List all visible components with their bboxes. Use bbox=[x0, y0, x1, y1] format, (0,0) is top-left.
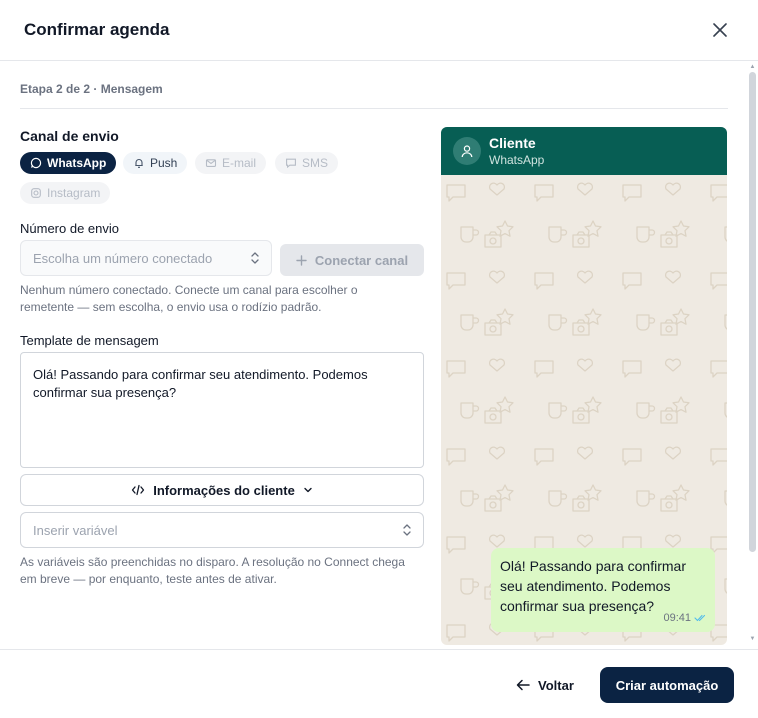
scrollbar-thumb[interactable] bbox=[749, 72, 756, 552]
variable-select[interactable]: Inserir variável bbox=[20, 512, 424, 548]
sender-select-placeholder: Escolha um número conectado bbox=[33, 250, 213, 266]
message-time: 09:41 bbox=[663, 612, 691, 624]
message-text: Olá! Passando para confirmar seu atendim… bbox=[500, 558, 686, 614]
channel-chip-label: WhatsApp bbox=[47, 156, 107, 170]
channel-chip-label: SMS bbox=[302, 156, 329, 170]
scroll-up-icon[interactable]: ▲ bbox=[749, 64, 756, 70]
message-icon bbox=[286, 158, 296, 169]
step-divider bbox=[20, 108, 728, 109]
template-textarea[interactable]: Olá! Passando para confirmar seu atendim… bbox=[20, 352, 424, 468]
channel-chip-label: E-mail bbox=[222, 156, 257, 170]
back-button-label: Voltar bbox=[538, 677, 574, 693]
avatar bbox=[453, 137, 481, 165]
whatsapp-icon bbox=[30, 157, 42, 169]
variables-help-text: As variáveis são preenchidas no disparo.… bbox=[20, 555, 405, 586]
channel-chip-push[interactable]: Push bbox=[123, 152, 188, 174]
preview-contact-name: Cliente bbox=[489, 135, 536, 151]
message-bubble: Olá! Passando para confirmar seu atendim… bbox=[491, 548, 715, 632]
dialog-header: Confirmar agenda bbox=[0, 0, 758, 61]
chevron-down-icon bbox=[304, 487, 312, 493]
sender-select[interactable]: Escolha um número conectado bbox=[20, 240, 272, 276]
step-indicator: Etapa 2 de 2 · Mensagem bbox=[20, 82, 163, 96]
channel-label: Canal de envio bbox=[20, 128, 119, 144]
chevron-updown-icon bbox=[403, 524, 411, 536]
arrow-left-icon bbox=[516, 679, 530, 691]
sender-label: Número de envio bbox=[20, 221, 119, 236]
sender-help-text: Nenhum número conectado. Conecte um cana… bbox=[20, 283, 358, 314]
client-info-label: Informações do cliente bbox=[153, 482, 295, 498]
channel-chip-label: Push bbox=[150, 156, 178, 170]
channel-chip-sms[interactable]: SMS bbox=[275, 152, 339, 174]
instagram-icon bbox=[31, 188, 41, 198]
template-label: Template de mensagem bbox=[20, 333, 159, 348]
double-check-icon bbox=[694, 614, 706, 622]
connect-channel-button[interactable]: Conectar canal bbox=[280, 244, 424, 276]
channel-chip-email[interactable]: E-mail bbox=[195, 152, 267, 174]
scrollbar[interactable] bbox=[749, 62, 756, 648]
preview-header: Cliente WhatsApp bbox=[441, 127, 727, 175]
connect-channel-label: Conectar canal bbox=[314, 252, 409, 268]
channel-chip-whatsapp[interactable]: WhatsApp bbox=[20, 152, 117, 174]
dialog-title: Confirmar agenda bbox=[24, 20, 170, 39]
code-icon bbox=[132, 484, 145, 496]
channel-chip-label: Instagram bbox=[47, 186, 101, 200]
mail-icon bbox=[205, 159, 217, 167]
plus-icon bbox=[296, 254, 307, 266]
channel-chip-instagram[interactable]: Instagram bbox=[20, 182, 111, 204]
create-automation-button[interactable]: Criar automação bbox=[600, 667, 734, 703]
chevron-updown-icon bbox=[251, 252, 259, 264]
whatsapp-preview: Cliente WhatsApp Olá! Passando para conf… bbox=[441, 127, 727, 645]
user-icon bbox=[461, 145, 473, 158]
preview-contact-sub: WhatsApp bbox=[489, 153, 545, 167]
scroll-down-icon[interactable]: ▼ bbox=[749, 636, 756, 642]
back-button[interactable]: Voltar bbox=[508, 668, 588, 702]
client-info-button[interactable]: Informações do cliente bbox=[20, 474, 424, 506]
bell-icon bbox=[135, 159, 143, 168]
message-meta: 09:41 bbox=[663, 608, 707, 628]
variable-select-placeholder: Inserir variável bbox=[33, 522, 118, 538]
close-button[interactable] bbox=[708, 18, 732, 42]
close-icon bbox=[713, 23, 727, 37]
